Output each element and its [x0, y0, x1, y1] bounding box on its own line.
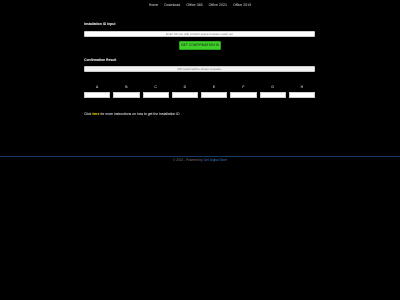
cid-group-field-e[interactable]: [201, 92, 228, 98]
nav-office-2021-link[interactable]: Office 2021: [209, 3, 227, 8]
installation-id-input[interactable]: [84, 31, 315, 37]
footer-store-link[interactable]: Get Digital Store: [204, 158, 227, 162]
help-prefix: Click: [84, 112, 92, 116]
help-here-link[interactable]: here: [92, 112, 99, 116]
cid-group-field-a[interactable]: [84, 92, 111, 98]
cid-group-field-f[interactable]: [230, 92, 257, 98]
nav-home-link[interactable]: Home: [149, 3, 159, 8]
cid-group-label-b: B: [125, 85, 128, 89]
cid-group-label-h: H: [300, 85, 304, 89]
nav-office-365-link[interactable]: Office 365: [186, 3, 202, 8]
cid-group-field-d[interactable]: [171, 92, 198, 98]
cid-group-label-d: D: [183, 85, 187, 89]
confirmation-result-title: Confirmation Result: [84, 58, 117, 62]
get-confirmation-id-button[interactable]: GET CONFIRMATION ID: [179, 41, 221, 50]
footer-text: © 2023 - Powered by: [172, 158, 203, 162]
help-suffix: for more instructions on how to get the …: [100, 112, 180, 116]
cid-group-field-b[interactable]: [113, 92, 140, 98]
footer-divider: [0, 156, 400, 157]
cid-group-field-g[interactable]: [259, 92, 286, 98]
installation-id-title: Installation ID Input: [84, 22, 116, 26]
cid-group-label-f: F: [242, 85, 245, 89]
cid-group-label-c: C: [154, 85, 157, 89]
page: Home Download Office 365 Office 2021 Off…: [0, 0, 400, 300]
help-text: Click here for more instructions on how …: [84, 112, 180, 116]
cid-group-field-c[interactable]: [142, 92, 169, 98]
footer: © 2023 - Powered by Get Digital Store: [0, 158, 400, 162]
cid-group-label-g: G: [271, 85, 274, 89]
top-nav: Home Download Office 365 Office 2021 Off…: [0, 3, 400, 8]
cid-group-label-e: E: [212, 85, 216, 89]
cid-group-fields: [84, 92, 315, 98]
cid-group-labels: A B C D E F G H: [84, 85, 315, 89]
cid-group-label-a: A: [95, 85, 99, 89]
cid-group-field-h[interactable]: [288, 92, 315, 98]
confirmation-result-field[interactable]: [84, 66, 315, 72]
nav-office-2019-link[interactable]: Office 2019: [233, 3, 251, 8]
nav-download-link[interactable]: Download: [164, 3, 180, 8]
